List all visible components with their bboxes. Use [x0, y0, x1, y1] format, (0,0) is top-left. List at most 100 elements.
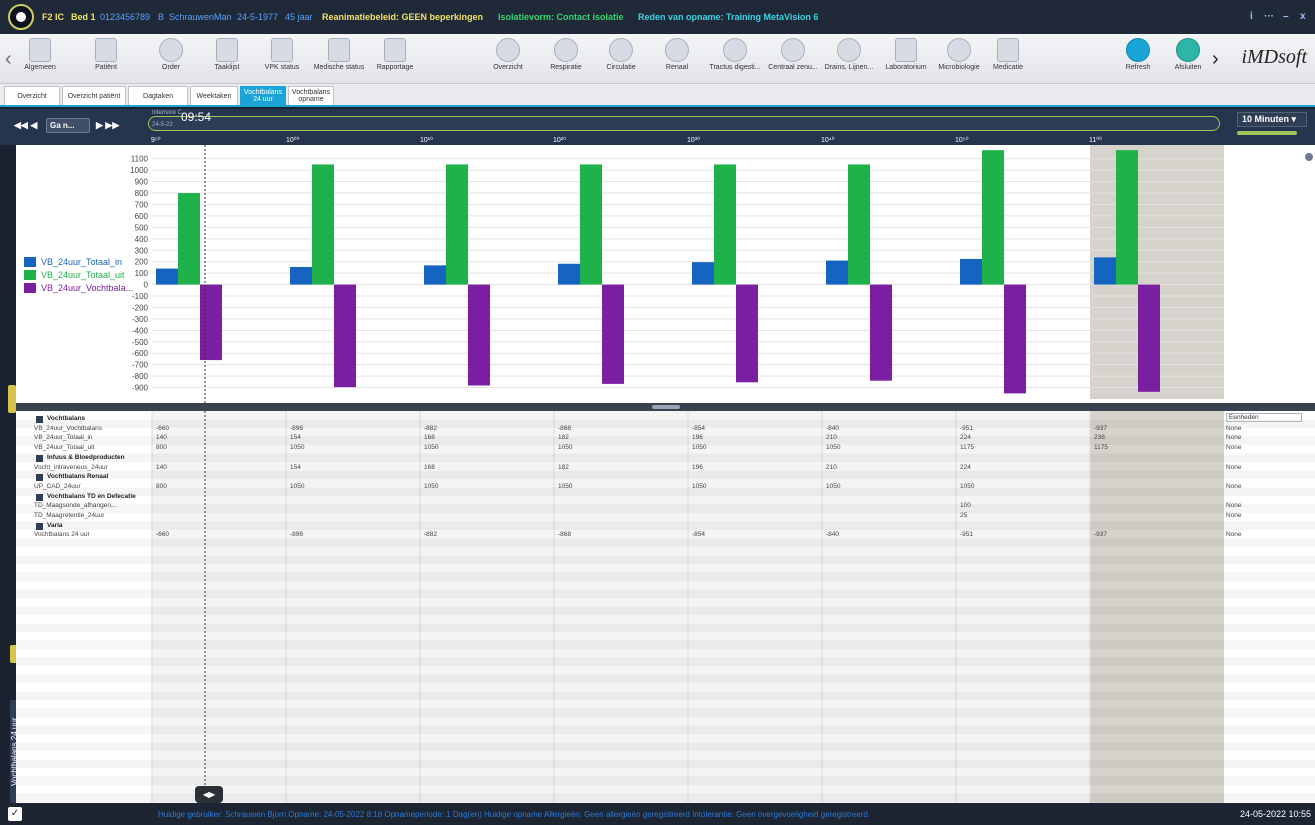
toolbar-respiratie[interactable]: Respiratie	[546, 38, 586, 71]
more-icon[interactable]: ···	[1264, 11, 1274, 22]
table-cell[interactable]: 224	[960, 434, 1020, 443]
toolbar-centraal-zenuwstelsel[interactable]: Centraal zenu...	[764, 38, 822, 71]
table-cell[interactable]: 1050	[558, 444, 618, 453]
group-header[interactable]: Vochtbalans	[16, 415, 1315, 424]
table-cell[interactable]: 168	[424, 434, 484, 443]
toolbar-medische-status[interactable]: Medische status	[310, 38, 368, 71]
table-cell[interactable]: -937	[1094, 531, 1154, 540]
toolbar-drains-lijnen[interactable]: Drains, Lijnen...	[822, 38, 876, 71]
collapse-icon[interactable]	[36, 493, 43, 501]
table-cell[interactable]: -882	[424, 531, 484, 540]
toolbar-refresh[interactable]: Refresh	[1118, 38, 1158, 71]
table-cell[interactable]: 1050	[290, 444, 350, 453]
toolbar-order[interactable]: Order	[156, 38, 186, 71]
table-cell[interactable]: 168	[424, 464, 484, 473]
table-cell[interactable]: 1050	[290, 483, 350, 492]
table-cell[interactable]: -660	[156, 425, 216, 434]
table-cell[interactable]: -951	[960, 425, 1020, 434]
tab-overzicht[interactable]: Overzicht	[4, 86, 60, 105]
toolbar-tractus-digestivus[interactable]: Tractus digesti...	[706, 38, 764, 71]
table-cell[interactable]: -854	[692, 425, 752, 434]
tab-dagtaken[interactable]: Dagtaken	[128, 86, 188, 105]
rewind-icon[interactable]: ◀◀ ◀	[14, 120, 37, 131]
panel-splitter[interactable]	[16, 403, 1315, 411]
table-cell[interactable]: 800	[156, 483, 216, 492]
table-cell[interactable]: 1175	[960, 444, 1020, 453]
forward-arrow-icon[interactable]: ›	[1212, 48, 1219, 71]
back-arrow-icon[interactable]: ‹	[5, 48, 12, 71]
tab-overzicht-patient[interactable]: Overzicht patiënt	[62, 86, 126, 105]
table-cell[interactable]: 1050	[424, 444, 484, 453]
table-cell[interactable]: 182	[558, 434, 618, 443]
splitter-grip[interactable]	[652, 405, 680, 409]
table-cell[interactable]: 25	[960, 512, 1020, 521]
table-cell[interactable]: 1050	[692, 483, 752, 492]
toolbar-renaal[interactable]: Renaal	[660, 38, 694, 71]
toolbar-patient[interactable]: Patiënt	[88, 38, 124, 71]
table-cell[interactable]: 140	[156, 464, 216, 473]
forward-icon[interactable]: ▶ ▶▶	[96, 120, 119, 131]
toolbar-overzicht[interactable]: Overzicht	[488, 38, 528, 71]
group-header[interactable]: Vochtbalans TD en Defecatie	[16, 493, 1315, 502]
collapse-handle[interactable]	[8, 385, 16, 413]
toolbar-laboratorium[interactable]: Laboratorium	[880, 38, 932, 71]
collapse-icon[interactable]	[36, 454, 43, 462]
zoom-slider[interactable]	[1237, 131, 1297, 135]
table-cell[interactable]: 154	[290, 434, 350, 443]
table-cell[interactable]: -840	[826, 425, 886, 434]
minimize-icon[interactable]: –	[1283, 11, 1289, 22]
toolbar-afsluiten[interactable]: Afsluiten	[1168, 38, 1208, 71]
table-cell[interactable]: -854	[692, 531, 752, 540]
table-cell[interactable]: 1050	[692, 444, 752, 453]
table-cell[interactable]: -840	[826, 531, 886, 540]
group-header[interactable]: Infuus & Bloedproducten	[16, 454, 1315, 463]
toolbar-circulatie[interactable]: Circulatie	[602, 38, 640, 71]
table-cell[interactable]: 154	[290, 464, 350, 473]
app-logo-icon[interactable]	[8, 4, 34, 30]
collapse-icon[interactable]	[36, 474, 43, 482]
tab-vochtbalans-24-uur[interactable]: Vochtbalans 24 uur	[240, 86, 286, 105]
table-cell[interactable]: 210	[826, 434, 886, 443]
table-cell[interactable]: 100	[960, 502, 1020, 511]
collapse-icon[interactable]	[36, 416, 43, 423]
table-cell[interactable]: 238	[1094, 434, 1154, 443]
tab-weektaken[interactable]: Weektaken	[190, 86, 238, 105]
check-icon[interactable]: ✓	[8, 807, 22, 821]
table-cell[interactable]: 224	[960, 464, 1020, 473]
close-icon[interactable]: x	[1300, 11, 1306, 22]
table-cell[interactable]: 1050	[826, 483, 886, 492]
table-cell[interactable]: -882	[424, 425, 484, 434]
table-cell[interactable]: 196	[692, 464, 752, 473]
toolbar-vpk-status[interactable]: VPK status	[262, 38, 302, 71]
table-cell[interactable]: -951	[960, 531, 1020, 540]
toolbar-rapportage[interactable]: Rapportage	[372, 38, 418, 71]
table-cell[interactable]: 140	[156, 434, 216, 443]
table-cell[interactable]: 196	[692, 434, 752, 443]
info-icon[interactable]: i	[1250, 11, 1253, 22]
table-cell[interactable]: -660	[156, 531, 216, 540]
table-cell[interactable]: 1050	[826, 444, 886, 453]
table-cell[interactable]: 1050	[558, 483, 618, 492]
table-cell[interactable]: 1175	[1094, 444, 1154, 453]
group-header[interactable]: Varia	[16, 522, 1315, 531]
toolbar-microbiologie[interactable]: Microbiologie	[934, 38, 984, 71]
toolbar-medicatie[interactable]: Medicatie	[986, 38, 1030, 71]
goto-dropdown[interactable]: Ga n...	[46, 118, 90, 133]
tab-vochtbalans-opname[interactable]: Vochtbalans opname	[288, 86, 334, 105]
table-cell[interactable]: -896	[290, 531, 350, 540]
table-cell[interactable]: -896	[290, 425, 350, 434]
units-dropdown[interactable]: Eenheden	[1226, 413, 1302, 422]
table-cell[interactable]: -868	[558, 531, 618, 540]
group-header[interactable]: Vochtbalans Renaal	[16, 473, 1315, 482]
table-cell[interactable]: 1050	[960, 483, 1020, 492]
table-cell[interactable]: -868	[558, 425, 618, 434]
table-cell[interactable]: 210	[826, 464, 886, 473]
table-cell[interactable]: -937	[1094, 425, 1154, 434]
timeline-track[interactable]	[148, 116, 1220, 131]
zoom-dropdown[interactable]: 10 Minuten ▾	[1237, 112, 1307, 127]
table-cell[interactable]: 182	[558, 464, 618, 473]
table-cell[interactable]: 800	[156, 444, 216, 453]
table-cell[interactable]: 1050	[424, 483, 484, 492]
toolbar-taaklijst[interactable]: Taaklijst	[210, 38, 244, 71]
time-cursor-handle[interactable]: ◀▶	[195, 786, 223, 803]
